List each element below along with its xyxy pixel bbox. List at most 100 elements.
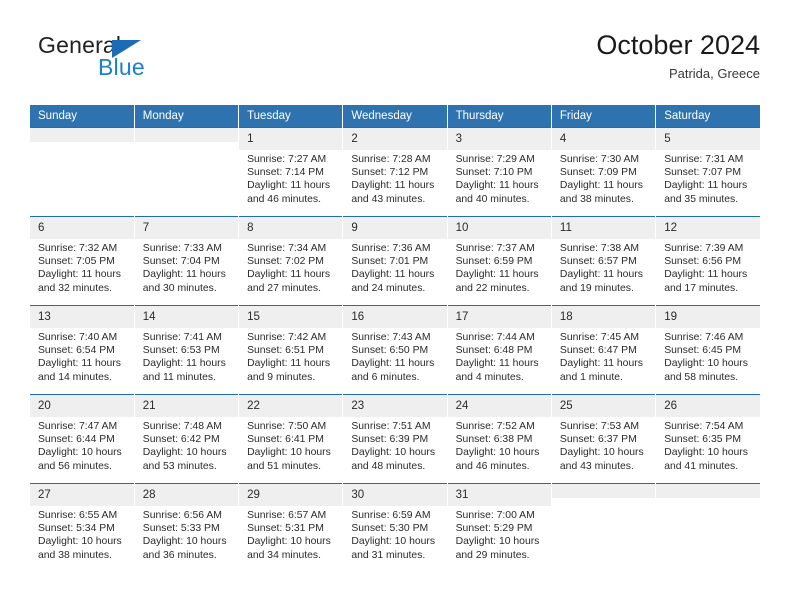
calendar-day-cell[interactable]: 16 Sunrise: 7:43 AM Sunset: 6:50 PM Dayligh… (342, 305, 448, 395)
calendar-page: General Blue October 2024 Patrida, Greec… (0, 0, 792, 612)
daylight-text: Daylight: 10 hours and 48 minutes. (351, 447, 436, 472)
daylight-text: Daylight: 10 hours and 41 minutes. (664, 447, 748, 472)
calendar-week-row: 27 Sunrise: 6:55 AM Sunset: 5:34 PM Dayligh… (30, 483, 760, 573)
title-block: October 2024 Patrida, Greece (596, 28, 760, 84)
calendar-day-cell[interactable]: 10 Sunrise: 7:37 AM Sunset: 6:59 PM Dayligh… (447, 216, 552, 306)
sunrise-text: Sunrise: 7:32 AM (38, 243, 118, 254)
calendar-day-cell[interactable]: 12 Sunrise: 7:39 AM Sunset: 6:56 PM Dayligh… (655, 216, 760, 306)
day-number: 7 (134, 217, 239, 239)
calendar-day-cell[interactable]: 1 Sunrise: 7:27 AM Sunset: 7:14 PM Daylight… (238, 127, 344, 217)
day-number: 11 (551, 217, 656, 239)
daylight-text: Daylight: 11 hours and 32 minutes. (38, 269, 121, 294)
day-number: 20 (30, 395, 134, 417)
calendar-day-cell[interactable]: 4 Sunrise: 7:30 AM Sunset: 7:09 PM Daylight… (551, 127, 657, 217)
weekday-headers: Sunday Monday Tuesday Wednesday Thursday Frid… (30, 105, 760, 128)
sunrise-text: Sunrise: 6:55 AM (38, 510, 118, 521)
calendar-day-cell[interactable]: 28 Sunrise: 6:56 AM Sunset: 5:33 PM Dayligh… (134, 483, 240, 573)
day-sun-info: Sunrise: 7:53 AM Sunset: 6:37 PM Daylight:… (552, 417, 655, 473)
day-sun-info: Sunrise: 7:40 AM Sunset: 6:54 PM Daylight:… (30, 328, 134, 384)
day-number (30, 128, 134, 142)
sunrise-text: Sunrise: 7:34 AM (247, 243, 327, 254)
day-sun-info: Sunrise: 7:37 AM Sunset: 6:59 PM Daylight:… (448, 239, 551, 295)
calendar-day-cell[interactable]: 3 Sunrise: 7:29 AM Sunset: 7:10 PM Daylight… (447, 127, 552, 217)
daylight-text: Daylight: 11 hours and 40 minutes. (455, 180, 539, 205)
day-sun-info: Sunrise: 7:27 AM Sunset: 7:14 PM Daylight:… (239, 150, 342, 206)
calendar-day-cell[interactable]: 29 Sunrise: 6:57 AM Sunset: 5:31 PM Dayligh… (238, 483, 344, 573)
calendar-week-row: 20 Sunrise: 7:47 AM Sunset: 6:44 PM Dayligh… (30, 394, 760, 484)
calendar-day-cell[interactable]: 30 Sunrise: 6:59 AM Sunset: 5:30 PM Dayligh… (342, 483, 448, 573)
day-number: 31 (447, 484, 551, 506)
calendar-day-cell[interactable]: 31 Sunrise: 7:00 AM Sunset: 5:29 PM Dayligh… (447, 483, 552, 573)
calendar-day-cell[interactable]: 2 Sunrise: 7:28 AM Sunset: 7:12 PM Daylight… (342, 127, 448, 217)
daylight-text: Daylight: 10 hours and 53 minutes. (142, 447, 227, 472)
sunrise-text: Sunrise: 7:42 AM (247, 332, 327, 343)
day-sun-info: Sunrise: 7:36 AM Sunset: 7:01 PM Daylight:… (343, 239, 446, 295)
calendar-day-cell[interactable]: 11 Sunrise: 7:38 AM Sunset: 6:57 PM Dayligh… (551, 216, 657, 306)
daylight-text: Daylight: 10 hours and 46 minutes. (455, 447, 540, 472)
sunrise-sunset-calendar: Sunday Monday Tuesday Wednesday Thursday Frid… (30, 105, 760, 573)
daylight-text: Daylight: 10 hours and 38 minutes. (38, 536, 122, 561)
calendar-day-cell[interactable]: 20 Sunrise: 7:47 AM Sunset: 6:44 PM Dayligh… (30, 394, 135, 484)
day-sun-info: Sunrise: 7:52 AM Sunset: 6:38 PM Daylight:… (448, 417, 551, 473)
sunrise-text: Sunrise: 6:57 AM (247, 510, 327, 521)
day-number: 15 (239, 306, 343, 328)
calendar-day-cell[interactable]: 9 Sunrise: 7:36 AM Sunset: 7:01 PM Daylight… (342, 216, 448, 306)
day-sun-info: Sunrise: 6:59 AM Sunset: 5:30 PM Daylight:… (343, 506, 446, 562)
calendar-day-cell[interactable]: 19 Sunrise: 7:46 AM Sunset: 6:45 PM Dayligh… (655, 305, 760, 395)
day-number: 22 (239, 395, 343, 417)
sunset-text: Sunset: 6:50 PM (351, 345, 429, 357)
sunrise-text: Sunrise: 7:36 AM (351, 243, 431, 254)
sunrise-text: Sunrise: 7:47 AM (38, 421, 118, 432)
sunset-text: Sunset: 6:48 PM (455, 345, 533, 357)
calendar-day-cell[interactable]: 6 Sunrise: 7:32 AM Sunset: 7:05 PM Daylight… (30, 216, 135, 306)
calendar-day-cell-empty (30, 127, 135, 217)
sunset-text: Sunset: 6:59 PM (455, 256, 533, 268)
calendar-day-cell[interactable]: 13 Sunrise: 7:40 AM Sunset: 6:54 PM Dayligh… (30, 305, 135, 395)
sunset-text: Sunset: 7:05 PM (38, 256, 115, 268)
calendar-day-cell[interactable]: 27 Sunrise: 6:55 AM Sunset: 5:34 PM Dayligh… (30, 483, 135, 573)
general-blue-logo[interactable]: General Blue (38, 32, 188, 90)
calendar-day-cell[interactable]: 7 Sunrise: 7:33 AM Sunset: 7:04 PM Daylight… (134, 216, 240, 306)
daylight-text: Daylight: 10 hours and 58 minutes. (664, 358, 748, 383)
calendar-day-cell[interactable]: 15 Sunrise: 7:42 AM Sunset: 6:51 PM Dayligh… (238, 305, 344, 395)
day-number: 27 (30, 484, 134, 506)
sunset-text: Sunset: 6:51 PM (247, 345, 324, 357)
day-number: 24 (447, 395, 551, 417)
calendar-day-cell[interactable]: 21 Sunrise: 7:48 AM Sunset: 6:42 PM Dayligh… (134, 394, 240, 484)
weekday-header-thursday: Thursday (447, 105, 552, 128)
sunset-text: Sunset: 7:02 PM (247, 256, 324, 268)
sunrise-text: Sunrise: 6:56 AM (142, 510, 222, 521)
day-number: 14 (134, 306, 239, 328)
calendar-day-cell-empty (551, 483, 657, 573)
calendar-day-cell[interactable]: 18 Sunrise: 7:45 AM Sunset: 6:47 PM Dayligh… (551, 305, 657, 395)
calendar-week-row: 6 Sunrise: 7:32 AM Sunset: 7:05 PM Daylight… (30, 216, 760, 306)
calendar-day-cell[interactable]: 25 Sunrise: 7:53 AM Sunset: 6:37 PM Dayligh… (551, 394, 657, 484)
calendar-day-cell[interactable]: 23 Sunrise: 7:51 AM Sunset: 6:39 PM Dayligh… (342, 394, 448, 484)
calendar-day-cell[interactable]: 24 Sunrise: 7:52 AM Sunset: 6:38 PM Dayligh… (447, 394, 552, 484)
sunrise-text: Sunrise: 7:30 AM (559, 154, 640, 165)
calendar-day-cell[interactable]: 8 Sunrise: 7:34 AM Sunset: 7:02 PM Daylight… (238, 216, 344, 306)
sunset-text: Sunset: 5:33 PM (142, 523, 220, 535)
day-number: 21 (134, 395, 239, 417)
sunset-text: Sunset: 6:35 PM (664, 434, 742, 446)
calendar-day-cell[interactable]: 26 Sunrise: 7:54 AM Sunset: 6:35 PM Dayligh… (655, 394, 760, 484)
day-number: 13 (30, 306, 134, 328)
calendar-day-cell[interactable]: 14 Sunrise: 7:41 AM Sunset: 6:53 PM Dayligh… (134, 305, 240, 395)
sunrise-text: Sunrise: 7:48 AM (142, 421, 222, 432)
sunset-text: Sunset: 7:09 PM (559, 167, 637, 179)
daylight-text: Daylight: 11 hours and 17 minutes. (664, 269, 748, 294)
sunrise-text: Sunrise: 7:50 AM (247, 421, 327, 432)
daylight-text: Daylight: 11 hours and 38 minutes. (559, 180, 643, 205)
day-number (656, 484, 760, 498)
daylight-text: Daylight: 11 hours and 4 minutes. (455, 358, 539, 383)
calendar-day-cell[interactable]: 17 Sunrise: 7:44 AM Sunset: 6:48 PM Dayligh… (447, 305, 552, 395)
calendar-day-cell[interactable]: 5 Sunrise: 7:31 AM Sunset: 7:07 PM Daylight… (655, 127, 760, 217)
weekday-header-monday: Monday (134, 105, 240, 128)
day-number: 1 (239, 128, 343, 150)
sunrise-text: Sunrise: 7:53 AM (559, 421, 640, 432)
sunrise-text: Sunrise: 7:46 AM (664, 332, 744, 343)
daylight-text: Daylight: 11 hours and 24 minutes. (351, 269, 435, 294)
day-number: 28 (134, 484, 239, 506)
daylight-text: Daylight: 11 hours and 14 minutes. (38, 358, 121, 383)
calendar-day-cell[interactable]: 22 Sunrise: 7:50 AM Sunset: 6:41 PM Dayligh… (238, 394, 344, 484)
